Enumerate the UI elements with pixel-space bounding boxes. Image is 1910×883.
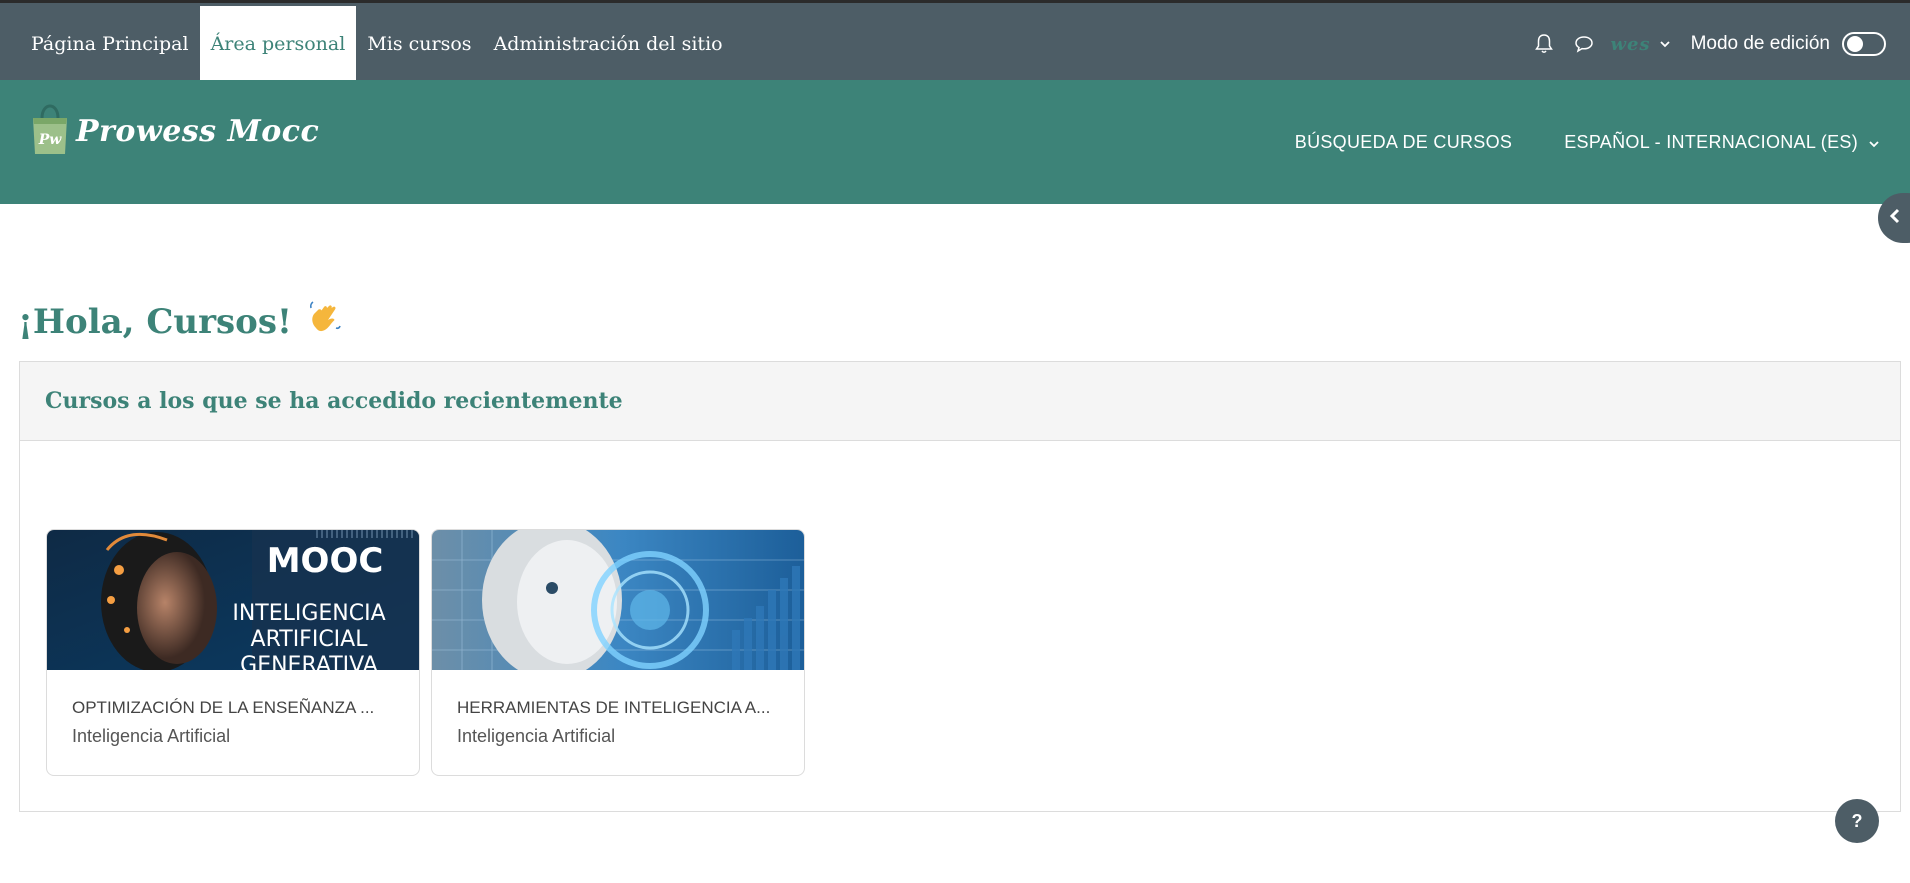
user-menu-area: wes Modo de edición (1524, 6, 1886, 82)
edit-mode-toggle[interactable] (1842, 32, 1886, 56)
course-search-label: BÚSQUEDA DE CURSOS (1294, 131, 1513, 152)
course-title[interactable]: HERRAMIENTAS DE INTELIGENCIA A... (457, 698, 779, 718)
recent-courses-block: Cursos a los que se ha accedido reciente… (19, 361, 1901, 812)
shopping-bag-logo-icon: Pw (33, 104, 67, 154)
image-line-2: ARTIFICIAL (251, 627, 369, 652)
image-line-1: INTELIGENCIA (232, 601, 385, 626)
nav-item-site-admin[interactable]: Administración del sitio (483, 6, 734, 82)
card-body: OPTIMIZACIÓN DE LA ENSEÑANZA ... Intelig… (47, 670, 419, 747)
course-image: MOOC INTELIGENCIA ARTIFICIAL GENERATIVA (47, 530, 419, 670)
site-logo[interactable]: Pw Prowess Mocc (30, 104, 319, 158)
primary-navigation: Página Principal Área personal Mis curso… (20, 6, 734, 82)
logo-badge-text: Pw (38, 132, 63, 148)
edit-mode-label: Modo de edición (1690, 33, 1830, 54)
image-line-3: GENERATIVA (240, 653, 378, 670)
language-label: ESPAÑOL - INTERNACIONAL (ES) (1564, 131, 1858, 152)
course-cards: MOOC INTELIGENCIA ARTIFICIAL GENERATIVA … (46, 529, 805, 776)
toggle-knob (1847, 36, 1863, 52)
course-search-link[interactable]: BÚSQUEDA DE CURSOS (1295, 132, 1512, 153)
avatar: wes (1610, 33, 1651, 55)
block-title: Cursos a los que se ha accedido reciente… (45, 388, 623, 414)
course-card[interactable]: MOOC INTELIGENCIA ARTIFICIAL GENERATIVA … (46, 529, 420, 776)
page-greeting: ¡Hola, Cursos! (18, 298, 344, 345)
logo-text: Prowess Mocc (76, 113, 320, 149)
chevron-left-icon (1888, 207, 1902, 230)
course-category: Inteligencia Artificial (72, 726, 231, 746)
chevron-down-icon (1659, 35, 1671, 53)
course-category: Inteligencia Artificial (457, 726, 616, 746)
notifications-bell-icon[interactable] (1524, 24, 1564, 64)
waving-hand-icon (306, 298, 344, 345)
brand-header: Pw Prowess Mocc BÚSQUEDA DE CURSOS ESPAÑ… (0, 80, 1910, 204)
nav-item-home[interactable]: Página Principal (20, 6, 200, 82)
block-header: Cursos a los que se ha accedido reciente… (20, 362, 1900, 441)
course-image (432, 530, 804, 670)
nav-item-dashboard[interactable]: Área personal (199, 6, 357, 82)
card-body: HERRAMIENTAS DE INTELIGENCIA A... Inteli… (432, 670, 804, 747)
messages-chat-icon[interactable] (1564, 24, 1604, 64)
user-avatar-menu[interactable]: wes (1610, 34, 1670, 55)
nav-item-my-courses[interactable]: Mis cursos (356, 6, 482, 82)
image-title-text: MOOC (267, 541, 384, 581)
language-menu[interactable]: ESPAÑOL - INTERNACIONAL (ES) (1564, 132, 1880, 153)
course-card[interactable]: HERRAMIENTAS DE INTELIGENCIA A... Inteli… (431, 529, 805, 776)
chevron-down-icon (1868, 132, 1880, 153)
course-title[interactable]: OPTIMIZACIÓN DE LA ENSEÑANZA ... (72, 698, 394, 718)
brand-links: BÚSQUEDA DE CURSOS ESPAÑOL - INTERNACION… (1295, 80, 1880, 204)
greeting-text: ¡Hola, Cursos! (18, 301, 292, 342)
help-button[interactable]: ? (1835, 799, 1879, 843)
top-navbar: Página Principal Área personal Mis curso… (0, 0, 1910, 82)
